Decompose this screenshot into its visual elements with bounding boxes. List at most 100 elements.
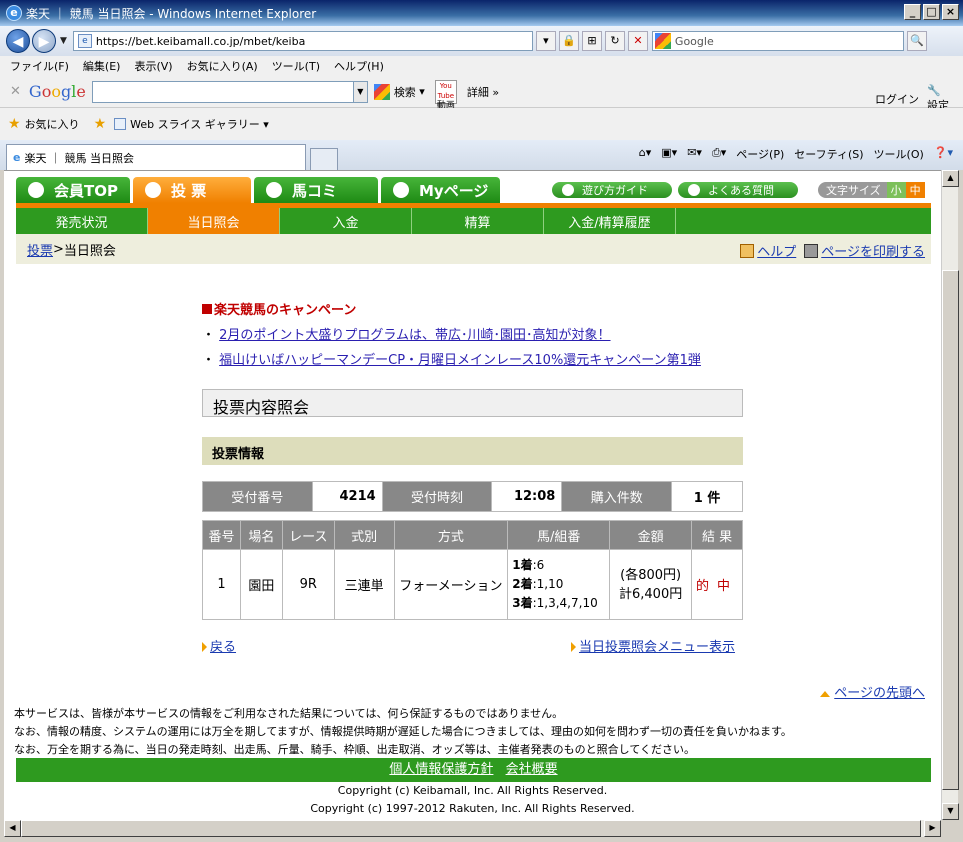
favorites-bar: ★ お気に入り ★ Web スライス ギャラリー ▾ <box>0 108 963 140</box>
purchase-count: 1 件 <box>671 481 743 512</box>
back-link[interactable]: 戻る <box>210 640 236 655</box>
tab-mypage[interactable]: Myページ <box>380 177 501 203</box>
bets-table: 番号 場名 レース 式別 方式 馬/組番 金額 結 果 1 園田 9R 三連単 … <box>202 520 743 620</box>
page-top-link[interactable]: ページの先頭へ <box>834 686 925 701</box>
history-dropdown-icon[interactable]: ▼ <box>60 36 67 46</box>
site-help-links: 遊び方ガイド よくある質問 <box>552 182 798 198</box>
print-icon[interactable]: ⎙▾ <box>712 146 726 162</box>
login-link[interactable]: ログイン <box>875 91 919 107</box>
vertical-scroll-thumb[interactable] <box>942 270 959 790</box>
scroll-down-button[interactable]: ▼ <box>942 803 959 820</box>
faq-link[interactable]: よくある質問 <box>678 182 798 198</box>
help-link[interactable]: ヘルプ <box>757 245 796 260</box>
google-search-dropdown[interactable]: ▼ <box>353 80 368 103</box>
cell-type: 三連単 <box>333 549 395 620</box>
campaign-item: ・ 2月のポイント大盛りプログラムは、帯広･川崎･園田･高知が対象！ <box>202 328 611 343</box>
tab-umakomi[interactable]: 馬コミ <box>253 177 378 203</box>
breadcrumb-current: 当日照会 <box>63 243 116 259</box>
privacy-policy-link[interactable]: 個人情報保護方針 <box>389 762 493 777</box>
details-button[interactable]: 詳細 » <box>467 84 499 100</box>
campaign-link-point[interactable]: 2月のポイント大盛りプログラムは、帯広･川崎･園田･高知が対象！ <box>219 328 610 343</box>
subnav-sales-status[interactable]: 発売状況 <box>16 208 148 234</box>
col-type: 式別 <box>333 520 395 550</box>
first-value: :6 <box>532 558 545 572</box>
font-medium-button[interactable]: 中 <box>905 182 925 198</box>
compat-view-icon[interactable]: ⊞ <box>581 31 602 51</box>
disclaimer-line: 本サービスは、皆様が本サービスの情報をご利用なされた結果については、何ら保証する… <box>14 707 564 720</box>
print-link-wrap[interactable]: ページを印刷する <box>804 241 925 260</box>
scroll-left-button[interactable]: ◀ <box>4 820 21 837</box>
browser-tab[interactable]: e 楽天 ｜ 競馬 当日照会 <box>6 144 306 170</box>
favorites-star-icon: ★ <box>8 116 21 132</box>
youtube-button[interactable]: You Tube 動画 <box>434 79 457 111</box>
col-horses: 馬/組番 <box>507 520 611 550</box>
menu-help[interactable]: ヘルプ(H) <box>334 58 384 74</box>
cell-venue: 園田 <box>239 549 283 620</box>
subnav-deposit[interactable]: 入金 <box>280 208 412 234</box>
page-icon: e <box>77 34 92 48</box>
subnav-history[interactable]: 入金/精算履歴 <box>544 208 676 234</box>
forward-button[interactable]: ▶ <box>32 29 56 53</box>
close-button[interactable]: × <box>942 4 959 20</box>
help-link-wrap[interactable]: ヘルプ <box>740 241 796 260</box>
address-bar: ◀ ▶ ▼ e https://bet.keibamall.co.jp/mbet… <box>0 26 963 56</box>
menu-tools[interactable]: ツール(T) <box>272 58 320 74</box>
subnav-today-inquiry[interactable]: 当日照会 <box>148 208 280 234</box>
disclaimer-line: なお、情報の精度、システムの運用には万全を期してますが、情報提供時期が遅延した場… <box>14 725 792 738</box>
page-menu[interactable]: ページ(P) <box>736 146 784 162</box>
help-book-icon <box>740 244 755 258</box>
url-dropdown-button[interactable]: ▾ <box>535 31 556 51</box>
maximize-button[interactable]: □ <box>923 4 940 20</box>
back-button[interactable]: ◀ <box>6 29 30 53</box>
home-icon[interactable]: ⌂▾ <box>639 146 652 162</box>
add-favorites-icon[interactable]: ★ <box>94 116 107 132</box>
campaign-link-fukuyama[interactable]: 福山けいばハッピーマンデーCP・月曜日メインレース10%還元キャンペーン第1弾 <box>219 353 701 368</box>
breadcrumb-vote-link[interactable]: 投票 <box>27 240 53 259</box>
google-search-input[interactable] <box>91 80 354 103</box>
refresh-icon[interactable]: ↻ <box>604 31 625 51</box>
tab-member-top[interactable]: 会員TOP <box>16 177 130 203</box>
lock-icon[interactable]: 🔒 <box>558 31 579 51</box>
feeds-icon[interactable]: ▣▾ <box>661 146 677 162</box>
second-place: 2着:1,10 <box>512 575 609 594</box>
copyright-keibamall: Copyright (c) Keibamall, Inc. All Rights… <box>337 784 608 797</box>
menu-favorites[interactable]: お気に入り(A) <box>187 58 258 74</box>
vertical-scrollbar[interactable]: ▲ ▼ <box>941 170 959 820</box>
tab-vote[interactable]: 投 票 <box>132 177 251 203</box>
favorites-button[interactable]: お気に入り <box>25 116 80 132</box>
menu-edit[interactable]: 編集(E) <box>83 58 121 74</box>
scroll-right-button[interactable]: ▶ <box>924 820 941 837</box>
amount-total: 計6,400円 <box>619 586 683 602</box>
horizontal-scrollbar[interactable]: ◀ ▶ <box>4 820 941 837</box>
receipt-table: 受付番号 4214 受付時刻 12:08 購入件数 1 件 <box>202 481 743 512</box>
inquiry-menu-link[interactable]: 当日投票照会メニュー表示 <box>579 640 735 655</box>
stop-icon[interactable]: ✕ <box>627 31 648 51</box>
minimize-button[interactable]: _ <box>904 4 921 20</box>
font-small-button[interactable]: 小 <box>886 182 906 198</box>
tab-ie-icon: e <box>13 151 21 164</box>
print-page-link[interactable]: ページを印刷する <box>821 245 925 260</box>
search-input[interactable]: Google <box>651 31 904 51</box>
menu-file[interactable]: ファイル(F) <box>10 58 69 74</box>
guide-link[interactable]: 遊び方ガイド <box>552 182 672 198</box>
help-icon[interactable]: ❓▾ <box>934 146 953 162</box>
scroll-up-button[interactable]: ▲ <box>942 170 959 187</box>
horizontal-scroll-thumb[interactable] <box>21 820 921 837</box>
toolbar-close-icon[interactable]: ✕ <box>10 84 21 99</box>
url-field[interactable]: e https://bet.keibamall.co.jp/mbet/keiba <box>72 31 533 51</box>
safety-menu[interactable]: セーフティ(S) <box>794 146 863 162</box>
menu-view[interactable]: 表示(V) <box>134 58 172 74</box>
new-tab-button[interactable] <box>310 148 338 170</box>
mail-icon[interactable]: ✉▾ <box>687 146 702 162</box>
tab-vote-label: 投 票 <box>170 181 207 200</box>
second-value: :1,10 <box>532 577 564 591</box>
company-info-link[interactable]: 会社概要 <box>506 762 558 777</box>
google-search-button[interactable]: 検索 ▾ <box>373 83 425 100</box>
web-slice-gallery-link[interactable]: Web スライス ギャラリー <box>130 116 260 132</box>
subnav-settlement[interactable]: 精算 <box>412 208 544 234</box>
third-place: 3着:1,3,4,7,10 <box>512 594 609 613</box>
search-button[interactable]: 🔍 <box>906 31 927 51</box>
tools-menu[interactable]: ツール(O) <box>874 146 924 162</box>
third-value: :1,3,4,7,10 <box>532 596 598 610</box>
disclaimer: 本サービスは、皆様が本サービスの情報をご利用なされた結果については、何ら保証する… <box>14 705 792 759</box>
